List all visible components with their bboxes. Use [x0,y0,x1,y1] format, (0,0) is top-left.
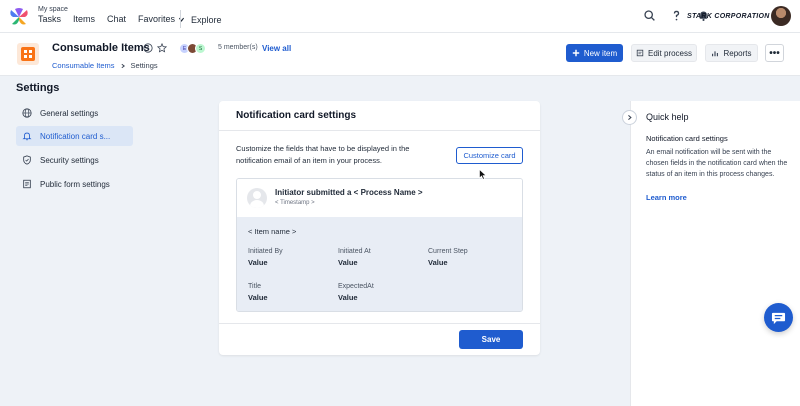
process-title: Consumable Items [52,42,150,54]
star-icon[interactable] [157,43,167,53]
preview-field: Initiated At Value [338,248,418,267]
quick-help-title: Quick help [646,112,689,122]
reports-label: Reports [723,48,752,58]
company-logo: STARK CORPORATION [687,13,770,20]
sidebar-item-notification-card[interactable]: Notification card s... [16,126,133,146]
preview-timestamp: < Timestamp > [275,200,315,206]
globe-icon [22,108,32,118]
preview-field: Initiated By Value [248,248,328,267]
preview-field: ExpectedAt Value [338,283,418,302]
save-button[interactable]: Save [459,330,523,349]
field-value: Value [248,258,268,267]
my-space-label: My space [38,6,68,13]
member-avatars[interactable]: E S [179,43,206,54]
edit-icon [636,49,644,57]
field-label: Initiated At [338,248,371,255]
field-label: Current Step [428,248,468,255]
chat-bubble-icon [771,312,786,324]
nav-items[interactable]: Items [73,14,95,24]
divider [219,130,540,131]
quick-help-subtitle: Notification card settings [646,134,728,143]
nav-explore[interactable]: Explore [191,15,222,25]
process-header: Consumable Items E S 5 member(s) View al… [0,33,800,76]
chevron-right-icon [121,63,125,68]
process-title-actions [143,43,167,53]
nav-divider [180,10,181,28]
field-value: Value [338,258,358,267]
notification-card-preview: Initiator submitted a < Process Name > <… [236,178,523,312]
avatar-placeholder-icon [247,188,267,208]
preview-item-name: < Item name > [248,227,297,236]
chat-support-button[interactable] [764,303,793,332]
help-icon[interactable] [670,9,683,22]
sidebar-item-general[interactable]: General settings [16,103,133,123]
shield-icon [23,155,31,165]
field-label: Title [248,283,261,290]
preview-body: < Item name > Initiated By Value Initiat… [237,217,522,311]
reports-button[interactable]: Reports [705,44,758,62]
app-logo-icon[interactable] [9,7,29,27]
top-navigation: My space Tasks Items Chat Favorites Expl… [0,0,800,33]
more-options-button[interactable]: ••• [765,44,784,62]
member-avatar: S [195,43,206,54]
quick-help-body: An email notification will be sent with … [646,149,788,178]
preview-header: Initiator submitted a < Process Name > <… [237,179,522,217]
sidebar-item-label: General settings [40,108,99,118]
new-item-button[interactable]: New item [566,44,623,62]
edit-process-button[interactable]: Edit process [631,44,697,62]
preview-title: Initiator submitted a < Process Name > [275,188,423,197]
panel-description: Customize the fields that have to be dis… [236,144,410,165]
sidebar-item-label: Security settings [40,155,99,165]
quick-help-panel: Quick help Notification card settings An… [630,101,800,406]
view-all-link[interactable]: View all [262,44,291,53]
plus-icon [572,49,580,57]
chevron-right-icon [628,115,632,120]
preview-field: Title Value [248,283,328,302]
sidebar-item-label: Notification card s... [40,131,111,141]
info-icon[interactable] [143,43,153,53]
process-icon [17,43,39,65]
breadcrumb-parent[interactable]: Consumable Items [52,61,115,70]
form-icon [23,179,31,189]
settings-heading: Settings [16,82,60,94]
field-value: Value [248,293,268,302]
main-nav: Tasks Items Chat Favorites [38,14,185,24]
sidebar-item-label: Public form settings [40,179,110,189]
sidebar-item-security[interactable]: Security settings [16,150,133,170]
notification-card-settings-panel: Notification card settings Customize the… [219,101,540,355]
nav-favorites-label: Favorites [138,14,176,24]
learn-more-link[interactable]: Learn more [646,193,687,202]
nav-chat[interactable]: Chat [107,14,126,24]
bell-icon [22,132,32,141]
breadcrumb-current: Settings [130,61,158,70]
user-avatar[interactable] [771,6,791,26]
nav-tasks[interactable]: Tasks [38,14,61,24]
panel-title: Notification card settings [236,110,357,121]
customize-card-button[interactable]: Customize card [456,147,523,164]
edit-process-label: Edit process [647,48,693,58]
mouse-cursor-icon [479,169,487,180]
bar-chart-icon [712,51,719,57]
preview-field: Current Step Value [428,248,508,267]
field-label: ExpectedAt [338,283,374,290]
field-label: Initiated By [248,248,283,255]
search-icon[interactable] [643,9,656,22]
nav-favorites[interactable]: Favorites [138,14,185,24]
breadcrumb: Consumable Items Settings [52,61,158,70]
divider [219,323,540,324]
field-value: Value [338,293,358,302]
sidebar-item-public-form[interactable]: Public form settings [16,174,133,194]
new-item-label: New item [583,48,618,58]
field-value: Value [428,258,448,267]
collapse-help-button[interactable] [622,110,637,125]
member-count: 5 member(s) [218,44,258,51]
